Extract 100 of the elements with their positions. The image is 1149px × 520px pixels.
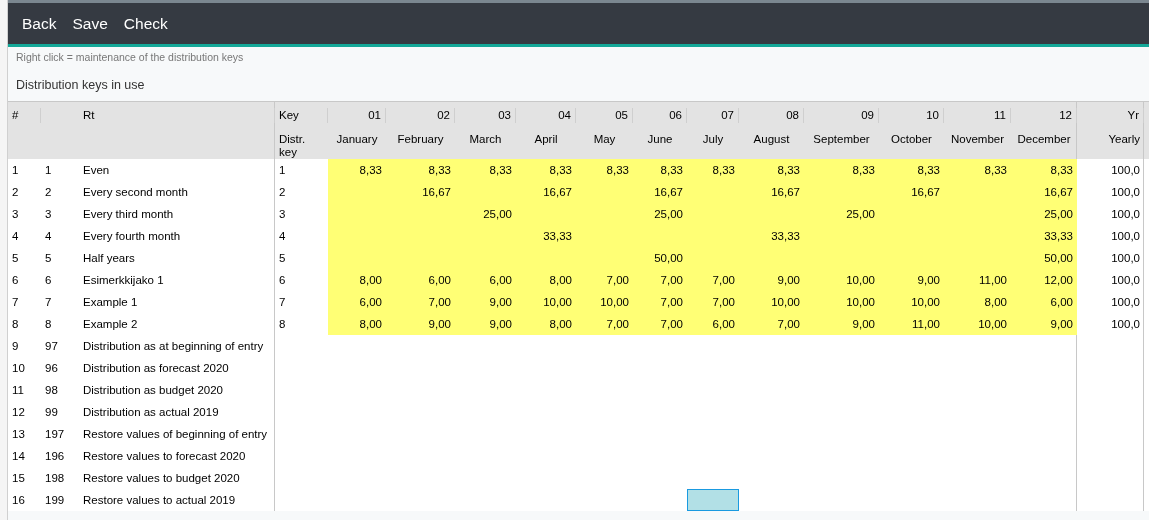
column-header[interactable]: 11 [944, 108, 1011, 123]
table-cell-text: 7,00 [711, 295, 736, 310]
table-cell-text: Every third month [82, 207, 175, 222]
table-cell-text: 6 [44, 273, 53, 288]
column-subheader: July [701, 132, 725, 146]
table-cell-text: 8,33 [659, 163, 684, 178]
table-cell-text: 7,00 [659, 295, 684, 310]
table-cell-text: 100,0 [1110, 163, 1141, 178]
table-cell-text: Distribution as forecast 2020 [82, 361, 230, 376]
table-cell-text: 6,00 [1049, 295, 1074, 310]
table-cell-text: 50,00 [1043, 251, 1074, 266]
table-cell-text: 7,00 [659, 273, 684, 288]
table-cell-text: 2 [11, 185, 20, 200]
table-cell-text: 7 [11, 295, 20, 310]
table-cell-text: 7,00 [659, 317, 684, 332]
toolbar-button[interactable]: Save [66, 12, 114, 35]
table-cell-text: 100,0 [1110, 295, 1141, 310]
table-cell-text: 33,33 [542, 229, 573, 244]
table-cell-text: 16,67 [1043, 185, 1074, 200]
column-header[interactable]: 03 [455, 108, 516, 123]
column-header[interactable]: 02 [386, 108, 455, 123]
table-cell-text: 100,0 [1110, 273, 1141, 288]
table-cell-text: 8 [11, 317, 20, 332]
table-cell-text: 9,00 [916, 273, 941, 288]
column-header[interactable]: 07 [687, 108, 739, 123]
table-cell-text: 10,00 [910, 295, 941, 310]
table-cell-text: 7,00 [605, 273, 630, 288]
cell-cursor[interactable] [687, 489, 739, 511]
table-cell-text: 6,00 [711, 317, 736, 332]
toolbar-button[interactable]: Back [16, 12, 63, 35]
table-cell-text: 14 [11, 449, 26, 464]
table-cell-text: Restore values to budget 2020 [82, 471, 241, 486]
table-cell-text: 3 [278, 207, 287, 222]
table-cell-text: 196 [44, 449, 66, 464]
table-cell-text: 11,00 [978, 273, 1008, 288]
table-cell-text: 10,00 [599, 295, 630, 310]
table-cell-text: 3 [44, 207, 53, 222]
table-cell-text: 9,00 [488, 295, 513, 310]
table-cell-text: 16,67 [542, 185, 573, 200]
table-cell-text: 8,33 [916, 163, 941, 178]
table-cell-text: 8,00 [358, 317, 383, 332]
table-cell-text: 25,00 [845, 207, 876, 222]
table-cell-text: 2 [278, 185, 287, 200]
table-cell-text: Distribution as actual 2019 [82, 405, 220, 420]
table-cell-text: 4 [278, 229, 287, 244]
table-cell-text: 8,33 [983, 163, 1008, 178]
table-cell-text: 12 [11, 405, 26, 420]
table-cell-text: 9,00 [851, 317, 876, 332]
table-cell-text: 96 [44, 361, 59, 376]
column-subheader: August [752, 132, 791, 146]
table-cell-text: 4 [11, 229, 20, 244]
table-cell-text: 8,33 [711, 163, 736, 178]
table-cell-text: 7,00 [776, 317, 801, 332]
toolbar-button[interactable]: Check [117, 12, 174, 35]
table-cell-text: 6,00 [488, 273, 513, 288]
table-cell-text: 8,00 [548, 273, 573, 288]
table-cell-text: 9 [11, 339, 20, 354]
table-cell-text: 99 [44, 405, 59, 420]
column-header[interactable]: 09 [804, 108, 879, 123]
table-cell-text: Half years [82, 251, 136, 266]
table-cell-text: 8,33 [548, 163, 573, 178]
hint-text: Right click = maintenance of the distribution keys [16, 51, 244, 63]
table-cell-text: 7 [44, 295, 53, 310]
table-cell-text: Restore values of beginning of entry [82, 427, 269, 442]
column-subheader: Distr. key [278, 132, 307, 159]
table-cell-text: 10,00 [542, 295, 573, 310]
column-header[interactable]: 01 [328, 108, 386, 123]
table-cell-text: 7 [278, 295, 287, 310]
column-header[interactable]: Key [275, 108, 328, 123]
table-cell-text: 8 [278, 317, 287, 332]
table-cell-text: 2 [44, 185, 53, 200]
table-cell-text: 50,00 [653, 251, 684, 266]
table-cell-text: 6 [11, 273, 20, 288]
column-header[interactable]: 12 [1011, 108, 1077, 123]
table-cell-text: 15 [11, 471, 26, 486]
table-cell-text: 16,67 [653, 185, 684, 200]
column-header[interactable]: 06 [633, 108, 687, 123]
table-cell-text: 198 [44, 471, 66, 486]
column-header[interactable]: # [8, 108, 41, 123]
column-header[interactable]: 10 [879, 108, 944, 123]
column-header[interactable]: 05 [576, 108, 633, 123]
table-cell-text: 33,33 [1043, 229, 1074, 244]
column-subheader: September [812, 132, 871, 146]
column-subheader: Yearly [1107, 132, 1141, 146]
table-cell-text: 6 [278, 273, 287, 288]
table-cell-text: 8,33 [851, 163, 876, 178]
section-title: Distribution keys in use [16, 78, 145, 92]
column-header[interactable]: Rt [79, 108, 275, 123]
table-cell-text: 1 [11, 163, 20, 178]
table-cell-text: 7,00 [711, 273, 736, 288]
column-subheader: May [592, 132, 617, 146]
table-cell-text: 6,00 [427, 273, 452, 288]
table-cell-text: 8,33 [605, 163, 630, 178]
table-cell-text: Even [82, 163, 111, 178]
table-cell-text: 5 [11, 251, 20, 266]
table-cell-text: 9,00 [776, 273, 801, 288]
column-header[interactable]: Yr [1077, 108, 1144, 123]
table-cell-text: 100,0 [1110, 317, 1141, 332]
column-header[interactable]: 04 [516, 108, 576, 123]
column-header[interactable]: 08 [739, 108, 804, 123]
